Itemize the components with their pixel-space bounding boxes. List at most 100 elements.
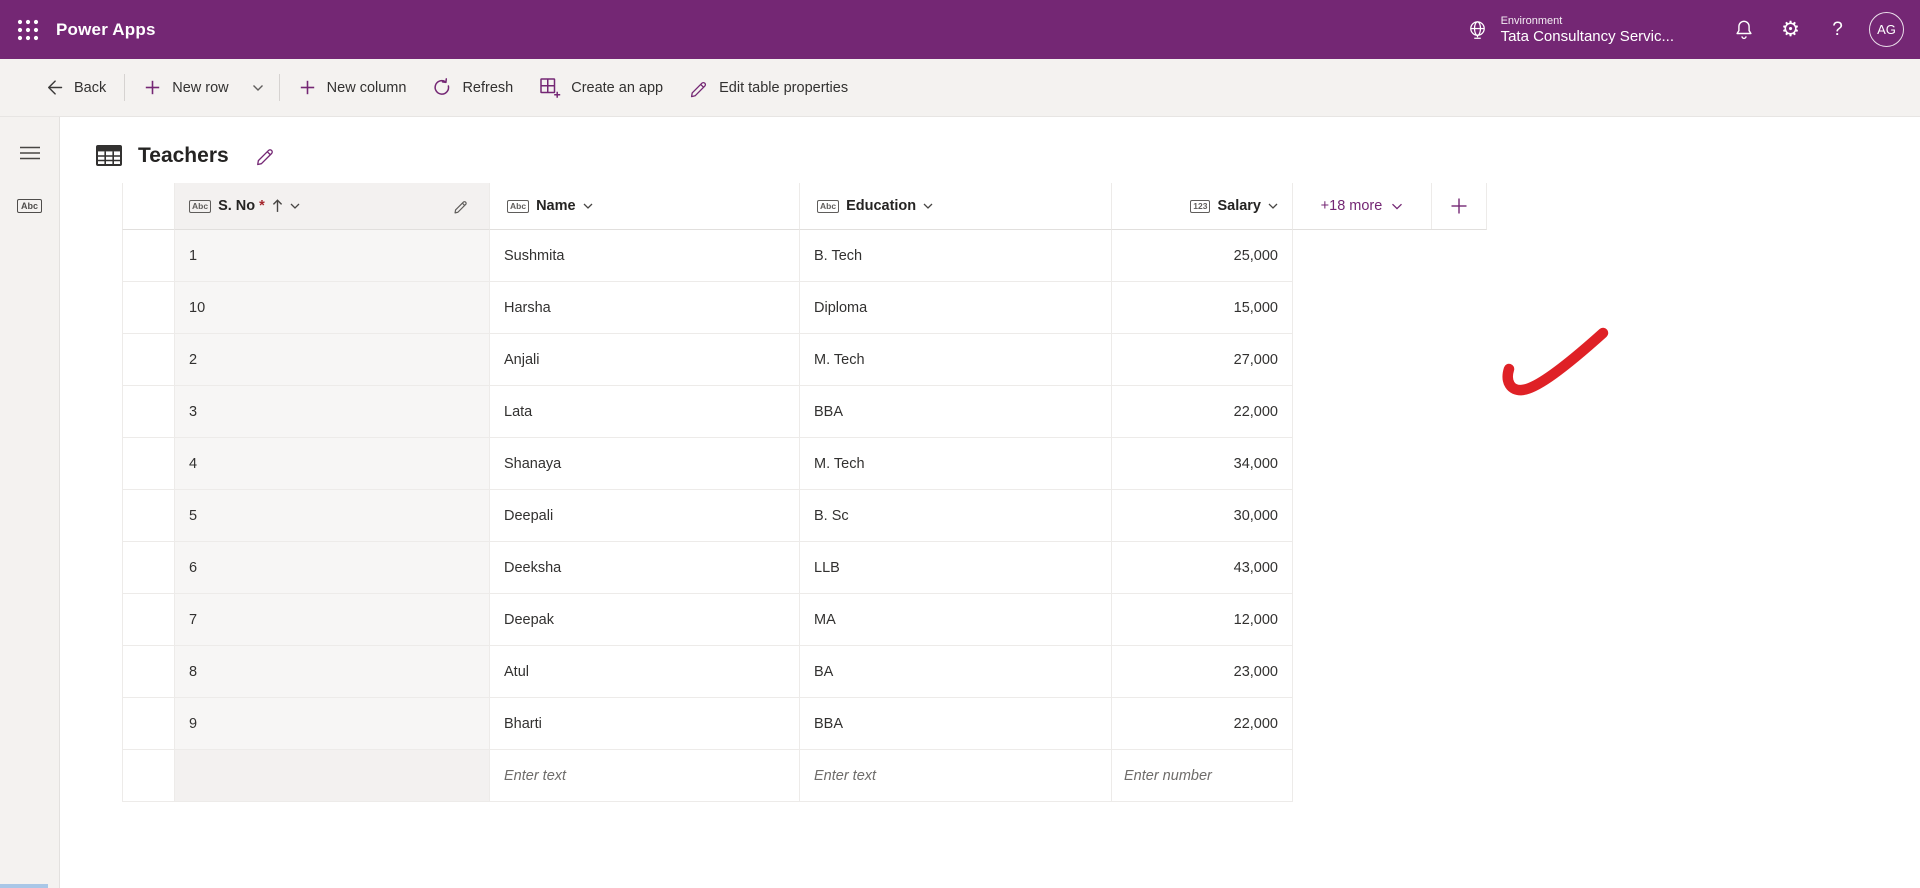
row-selector-cell[interactable] [122, 386, 175, 438]
new-sno-cell[interactable] [175, 750, 490, 802]
cell-salary[interactable]: 25,000 [1112, 230, 1293, 282]
cell-name[interactable]: Deepak [490, 594, 800, 646]
table-row[interactable]: 2 Anjali M. Tech 27,000 [122, 334, 1920, 386]
cell-s-no[interactable]: 6 [175, 542, 490, 594]
create-an-app-button[interactable]: Create an app [526, 68, 676, 108]
column-header-s-no[interactable]: Abc S. No * [175, 183, 490, 230]
avatar[interactable]: AG [1869, 12, 1904, 47]
help-icon: ? [1832, 18, 1843, 40]
back-button[interactable]: Back [30, 68, 119, 108]
cell-education[interactable]: M. Tech [800, 334, 1112, 386]
new-row-split-button[interactable] [242, 68, 274, 108]
tables-rail-item[interactable]: Abc [14, 193, 46, 219]
table-row[interactable]: 5 Deepali B. Sc 30,000 [122, 490, 1920, 542]
cell-s-no[interactable]: 4 [175, 438, 490, 490]
chevron-down-icon[interactable] [583, 203, 593, 209]
cell-name[interactable]: Shanaya [490, 438, 800, 490]
cell-salary[interactable]: 30,000 [1112, 490, 1293, 542]
cell-name[interactable]: Lata [490, 386, 800, 438]
bottom-edge-artifact [0, 884, 48, 888]
table-row[interactable]: 9 Bharti BBA 22,000 [122, 698, 1920, 750]
cell-education[interactable]: BBA [800, 386, 1112, 438]
waffle-menu-icon[interactable] [0, 0, 56, 59]
cell-name[interactable]: Bharti [490, 698, 800, 750]
table-row[interactable]: 1 Sushmita B. Tech 25,000 [122, 230, 1920, 282]
help-button[interactable]: ? [1814, 0, 1861, 59]
cell-salary[interactable]: 22,000 [1112, 386, 1293, 438]
new-name-cell[interactable]: Enter text [490, 750, 800, 802]
cell-education[interactable]: LLB [800, 542, 1112, 594]
cell-education[interactable]: B. Sc [800, 490, 1112, 542]
edit-table-properties-button[interactable]: Edit table properties [676, 68, 861, 108]
row-selector-cell[interactable] [122, 230, 175, 282]
row-selector-cell[interactable] [122, 438, 175, 490]
cell-salary[interactable]: 43,000 [1112, 542, 1293, 594]
row-selector-cell[interactable] [122, 594, 175, 646]
cell-s-no[interactable]: 1 [175, 230, 490, 282]
cell-s-no[interactable]: 2 [175, 334, 490, 386]
cell-salary[interactable]: 23,000 [1112, 646, 1293, 698]
new-salary-cell[interactable]: Enter number [1112, 750, 1293, 802]
header-selector-cell[interactable] [122, 183, 175, 230]
cell-salary[interactable]: 15,000 [1112, 282, 1293, 334]
table-row[interactable]: 8 Atul BA 23,000 [122, 646, 1920, 698]
edit-column-icon[interactable] [453, 198, 469, 214]
add-column-button[interactable] [1432, 183, 1486, 229]
row-selector-cell[interactable] [122, 282, 175, 334]
cell-education[interactable]: BBA [800, 698, 1112, 750]
rename-table-button[interactable] [255, 145, 276, 166]
cell-name[interactable]: Anjali [490, 334, 800, 386]
cell-s-no[interactable]: 10 [175, 282, 490, 334]
row-selector-cell[interactable] [122, 750, 175, 802]
table-row[interactable]: 6 Deeksha LLB 43,000 [122, 542, 1920, 594]
cell-name[interactable]: Deeksha [490, 542, 800, 594]
chevron-down-icon[interactable] [290, 203, 300, 209]
row-selector-cell[interactable] [122, 490, 175, 542]
cell-salary[interactable]: 27,000 [1112, 334, 1293, 386]
cell-s-no[interactable]: 5 [175, 490, 490, 542]
environment-picker[interactable]: Environment Tata Consultancy Servic... [1445, 0, 1720, 59]
environment-label: Environment [1500, 14, 1563, 27]
column-label: Salary [1217, 198, 1261, 214]
row-selector-cell[interactable] [122, 334, 175, 386]
table-title: Teachers [138, 143, 229, 167]
row-selector-cell[interactable] [122, 542, 175, 594]
new-record-input-row: Enter text Enter text Enter number [122, 750, 1920, 802]
table-row[interactable]: 4 Shanaya M. Tech 34,000 [122, 438, 1920, 490]
column-header-salary[interactable]: 123 Salary [1112, 183, 1293, 230]
new-row-button[interactable]: New row [130, 68, 241, 108]
new-education-cell[interactable]: Enter text [800, 750, 1112, 802]
cell-name[interactable]: Deepali [490, 490, 800, 542]
cell-education[interactable]: B. Tech [800, 230, 1112, 282]
notifications-button[interactable] [1720, 0, 1767, 59]
product-title: Power Apps [56, 19, 156, 39]
cell-salary[interactable]: 12,000 [1112, 594, 1293, 646]
hamburger-menu-icon[interactable] [14, 140, 46, 166]
cell-education[interactable]: M. Tech [800, 438, 1112, 490]
column-header-name[interactable]: Abc Name [490, 183, 800, 230]
row-selector-cell[interactable] [122, 646, 175, 698]
cell-s-no[interactable]: 8 [175, 646, 490, 698]
cell-salary[interactable]: 34,000 [1112, 438, 1293, 490]
cell-s-no[interactable]: 3 [175, 386, 490, 438]
table-row[interactable]: 3 Lata BBA 22,000 [122, 386, 1920, 438]
chevron-down-icon[interactable] [1268, 203, 1278, 209]
cell-education[interactable]: Diploma [800, 282, 1112, 334]
cell-name[interactable]: Sushmita [490, 230, 800, 282]
column-header-education[interactable]: Abc Education [800, 183, 1112, 230]
cell-education[interactable]: BA [800, 646, 1112, 698]
cell-name[interactable]: Atul [490, 646, 800, 698]
chevron-down-icon[interactable] [923, 203, 933, 209]
more-columns-button[interactable]: +18 more [1293, 183, 1431, 229]
new-column-button[interactable]: New column [285, 68, 420, 108]
row-selector-cell[interactable] [122, 698, 175, 750]
refresh-button[interactable]: Refresh [419, 68, 526, 108]
table-row[interactable]: 7 Deepak MA 12,000 [122, 594, 1920, 646]
cell-name[interactable]: Harsha [490, 282, 800, 334]
cell-salary[interactable]: 22,000 [1112, 698, 1293, 750]
cell-education[interactable]: MA [800, 594, 1112, 646]
cell-s-no[interactable]: 9 [175, 698, 490, 750]
cell-s-no[interactable]: 7 [175, 594, 490, 646]
table-row[interactable]: 10 Harsha Diploma 15,000 [122, 282, 1920, 334]
settings-button[interactable]: ⚙ [1767, 0, 1814, 59]
